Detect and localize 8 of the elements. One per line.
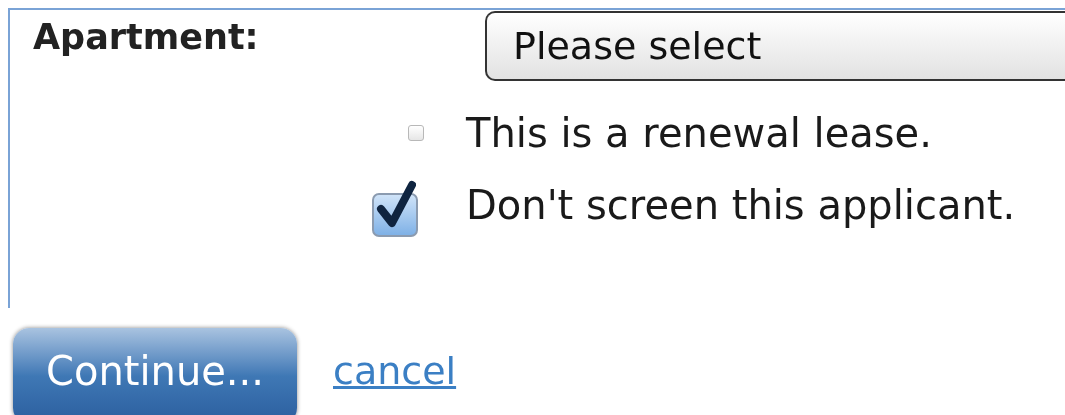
cancel-link[interactable]: cancel bbox=[333, 342, 457, 410]
select-field[interactable]: Please select bbox=[485, 11, 1065, 81]
checkbox-label: This is a renewal lease. bbox=[466, 109, 932, 158]
checkbox[interactable] bbox=[408, 125, 424, 141]
continue-button[interactable]: Continue... bbox=[13, 328, 297, 415]
checkbox-label: Don't screen this applicant. bbox=[466, 181, 1016, 230]
checkbox[interactable] bbox=[372, 179, 420, 237]
field-label: Apartment: bbox=[33, 16, 260, 59]
